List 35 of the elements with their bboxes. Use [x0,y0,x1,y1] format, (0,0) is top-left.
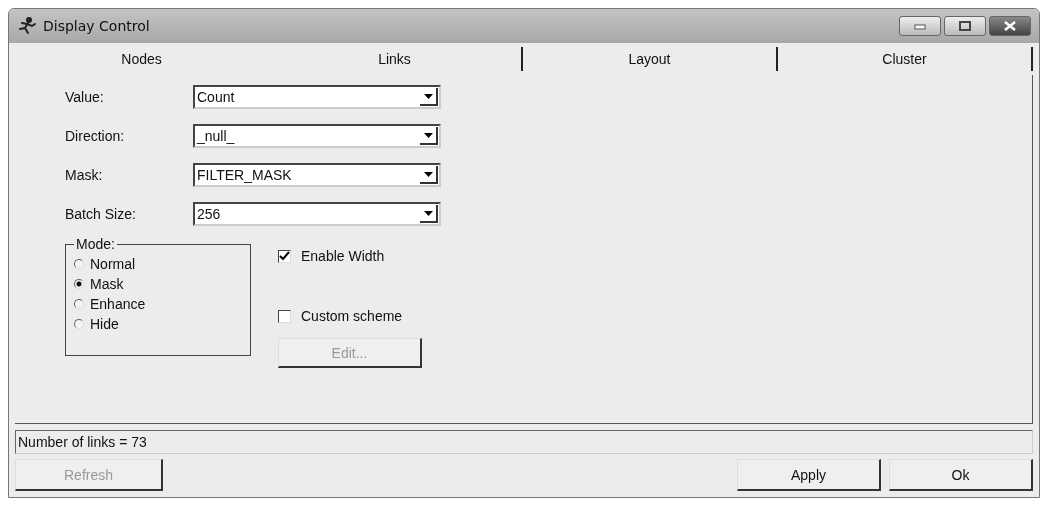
radio-option[interactable]: Hide [74,314,250,334]
group-title: Mode: [75,236,116,252]
tab[interactable]: Nodes [15,47,268,71]
radio-option[interactable]: Normal [74,254,250,274]
close-button[interactable] [989,16,1031,36]
field-label: Direction: [65,128,126,144]
dialog-button[interactable]: Ok [889,459,1033,491]
dropdown-arrow-icon [423,93,433,99]
dropdown[interactable]: 256 [193,202,441,226]
minimize-icon [913,22,927,30]
field-label: Mask: [65,167,104,183]
radio-option[interactable]: Enhance [74,294,250,314]
checkbox-option[interactable]: Enable Width [278,246,385,266]
close-icon [1003,21,1017,31]
field-label: Batch Size: [65,206,137,222]
checkbox-option[interactable]: Custom scheme [278,306,403,326]
tab[interactable]: Layout [523,47,778,71]
dropdown-arrow-icon [423,210,433,216]
tab[interactable]: Links [268,47,523,71]
dropdown[interactable]: _null_ [193,124,441,148]
tab[interactable]: Cluster [778,47,1033,71]
dropdown[interactable]: FILTER_MASK [193,163,441,187]
dropdown-arrow-icon [423,132,433,138]
dialog-button[interactable]: Apply [737,459,881,491]
dropdown[interactable]: Count [193,85,441,109]
running-figure-icon [17,17,37,35]
window-title: Display Control [43,18,151,34]
maximize-icon [958,21,972,31]
maximize-button[interactable] [944,16,986,36]
status-bar: Number of links = 73 [15,430,1033,454]
minimize-button[interactable] [899,16,941,36]
check-mark-icon [279,251,290,261]
radio-option[interactable]: Mask [74,274,250,294]
dropdown-arrow-icon [423,171,433,177]
field-label: Value: [65,89,105,105]
